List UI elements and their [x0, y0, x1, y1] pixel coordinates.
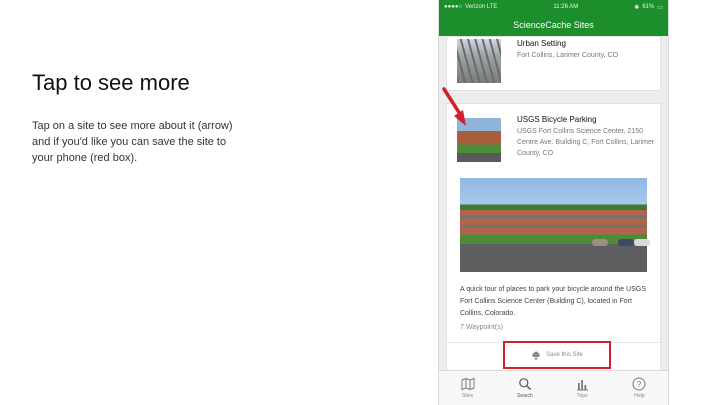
car-shape — [618, 239, 634, 246]
tab-sites[interactable]: Sites — [448, 377, 488, 399]
site-list: Urban Setting Fort Collins, Larimer Coun… — [439, 36, 668, 371]
map-icon — [461, 377, 475, 391]
svg-text:?: ? — [637, 380, 642, 389]
tab-bar: Sites Search Trips ? Help — [439, 370, 668, 405]
save-site-button[interactable]: Save this Site — [503, 341, 611, 369]
site-card-usgs-bicycle-parking[interactable]: USGS Bicycle Parking USGS Fort Collins S… — [446, 103, 661, 371]
battery-icon: ▭ — [657, 4, 663, 11]
tab-search[interactable]: Search — [505, 377, 545, 399]
red-arrow-annotation — [442, 87, 466, 126]
battery-label: 61% — [642, 4, 655, 10]
slide-body: Tap on a site to see more about it (arro… — [32, 120, 233, 164]
site-location: Fort Collins, Larimer County, CO — [517, 52, 619, 59]
waypoint-count: 7 Waypoint(s) — [460, 324, 503, 331]
site-title: Urban Setting — [517, 39, 566, 48]
site-thumbnail — [457, 39, 501, 83]
site-title: USGS Bicycle Parking — [517, 115, 597, 124]
cloud-download-icon — [532, 351, 541, 360]
site-description: A quick tour of places to park your bicy… — [460, 286, 646, 317]
clock-label: 11:26 AM — [553, 4, 579, 10]
car-shape — [592, 239, 608, 246]
slide-title: Tap to see more — [32, 70, 190, 95]
signal-icon: ●●●●○ — [444, 4, 463, 10]
tab-label: Search — [516, 393, 533, 399]
tab-help[interactable]: ? Help — [619, 377, 659, 399]
tab-label: Sites — [462, 393, 474, 399]
site-photo — [460, 178, 650, 272]
status-bar: ●●●●○ Verizon LTE 11:26 AM ✱ 61% ▭ — [439, 0, 668, 14]
nav-title: ScienceCache Sites — [513, 20, 594, 30]
tab-trips[interactable]: Trips — [562, 377, 602, 399]
nav-bar: ScienceCache Sites — [439, 14, 668, 36]
car-shape — [634, 239, 650, 246]
tab-label: Help — [634, 393, 645, 399]
site-location: USGS Fort Collins Science Center, 2150 C… — [517, 128, 655, 157]
site-card-urban-setting[interactable]: Urban Setting Fort Collins, Larimer Coun… — [446, 36, 661, 91]
search-icon — [519, 378, 531, 391]
save-site-label: Save this Site — [546, 352, 583, 358]
bluetooth-icon: ✱ — [634, 4, 640, 11]
phone-screen: ●●●●○ Verizon LTE 11:26 AM ✱ 61% ▭ Scien… — [438, 0, 669, 405]
question-icon: ? — [632, 377, 646, 391]
carrier-label: Verizon LTE — [465, 4, 498, 10]
bar-chart-icon — [577, 380, 589, 391]
tab-label: Trips — [576, 393, 588, 399]
